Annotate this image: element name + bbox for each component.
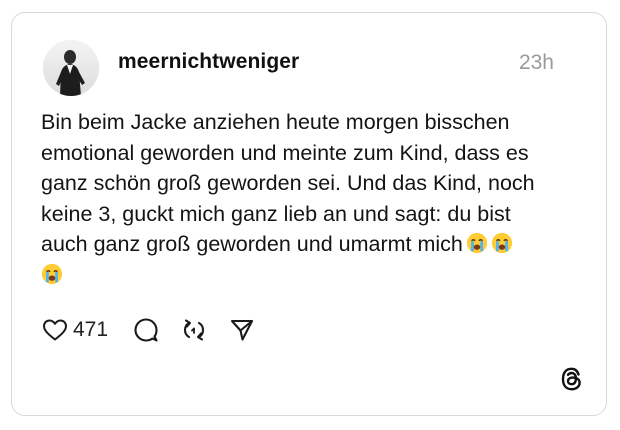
comment-icon [134, 318, 158, 342]
threads-logo-icon[interactable] [559, 366, 585, 392]
like-button[interactable]: 471 [42, 318, 108, 342]
post-text-line-5: auch ganz groß geworden und umarmt mich [41, 232, 463, 256]
loudly-crying-face-icon [41, 263, 63, 284]
author-username[interactable]: meernichtweniger [118, 50, 299, 74]
loudly-crying-face-icon [466, 232, 487, 254]
repost-button[interactable] [181, 317, 207, 343]
loudly-crying-face-icon [491, 232, 512, 254]
repost-icon [183, 319, 205, 341]
post-text-line-1: Bin beim Jacke anziehen heute morgen bis… [41, 110, 510, 134]
post-text-line-4: keine 3, guckt mich ganz lieb an und sag… [41, 201, 511, 226]
share-button[interactable] [229, 317, 255, 343]
post-card: meernichtweniger 23h Bin beim Jacke anzi… [11, 12, 607, 416]
post-text-line-3: ganz schön groß geworden sei. Und das Ki… [41, 171, 535, 195]
post-text-line-2: emotional geworden und meinte zum Kind, … [41, 140, 529, 165]
post-timestamp[interactable]: 23h [519, 51, 554, 75]
heart-icon [43, 319, 67, 341]
avatar[interactable] [43, 40, 99, 96]
post-actions: 471 [42, 316, 255, 344]
profile-photo-icon [43, 40, 99, 96]
send-icon [230, 319, 254, 341]
reply-button[interactable] [133, 317, 159, 343]
like-count: 471 [73, 318, 109, 341]
post-text: Bin beim Jacke anziehen heute morgen bis… [41, 107, 581, 290]
